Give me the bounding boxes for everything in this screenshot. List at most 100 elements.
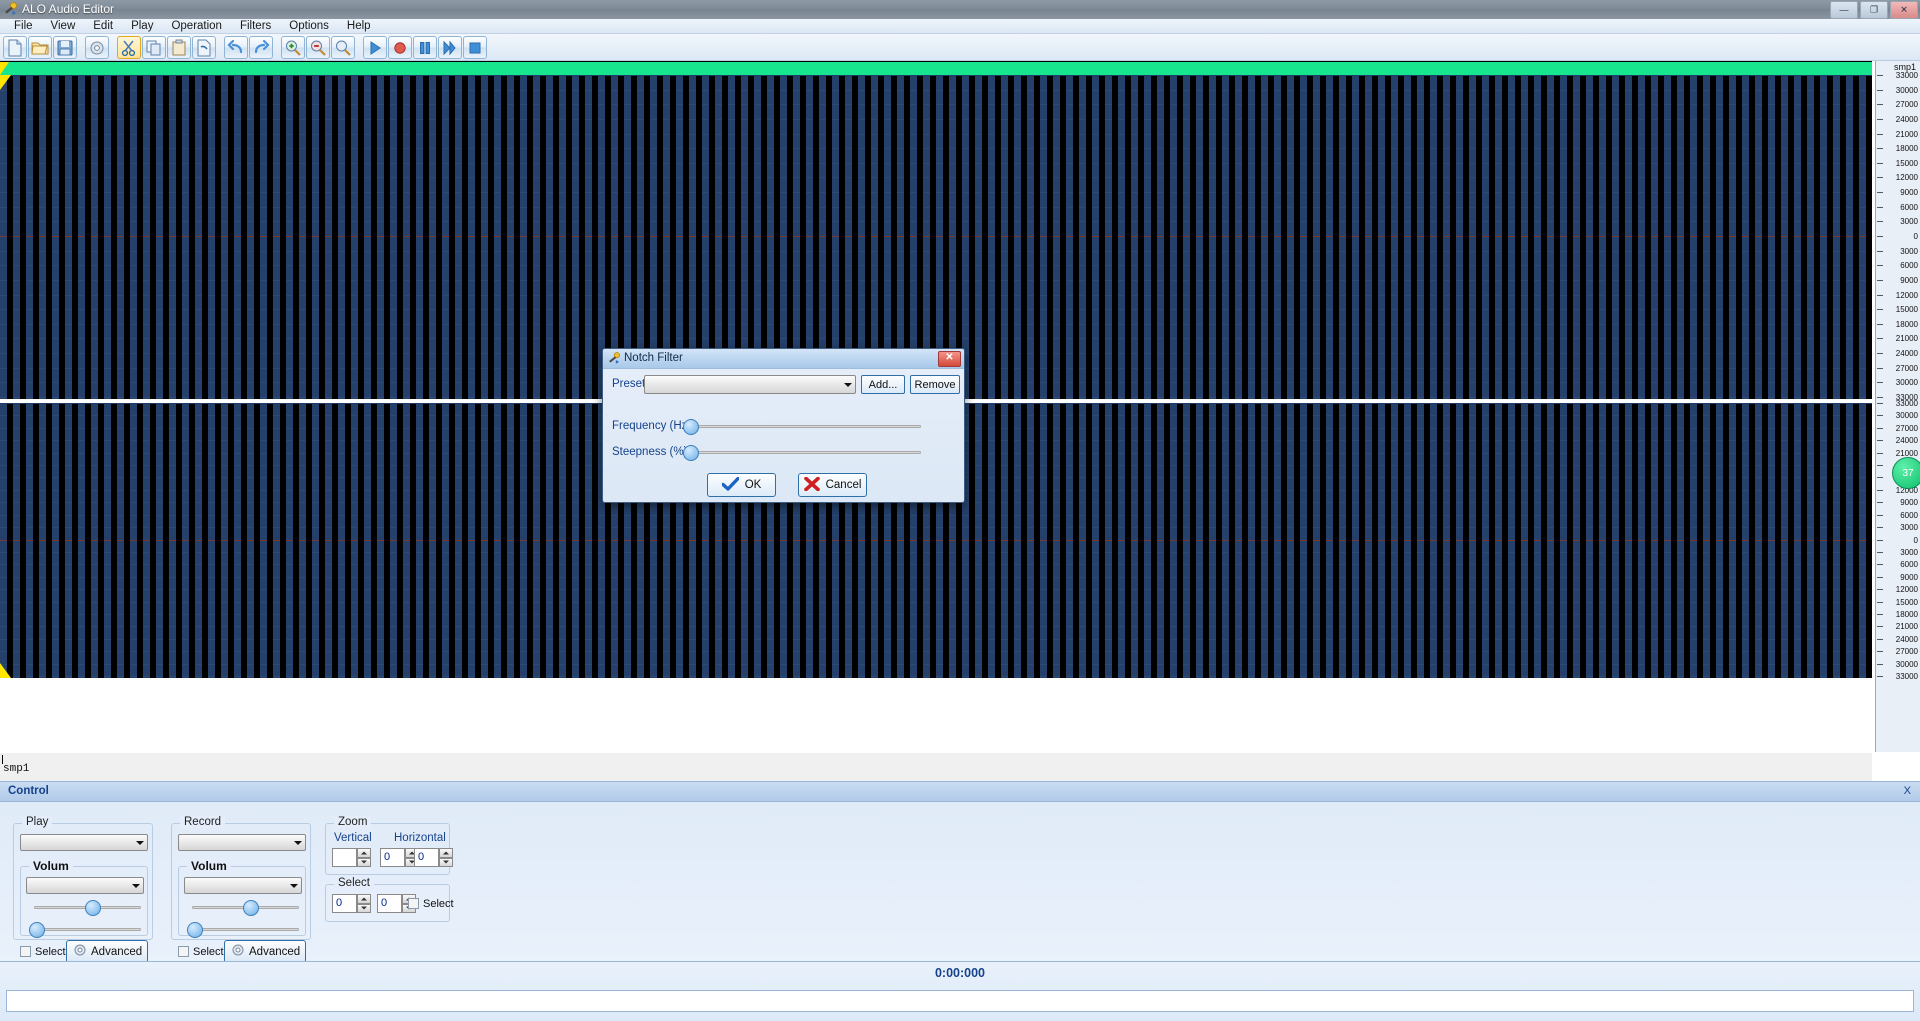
- ruler-tick-mark: [1877, 490, 1883, 491]
- waveform-gridline: [0, 295, 1872, 296]
- record-volume-slider[interactable]: [192, 900, 299, 914]
- menu-options[interactable]: Options: [280, 19, 338, 33]
- menu-help[interactable]: Help: [338, 19, 380, 33]
- toolbar-undo[interactable]: [224, 36, 248, 59]
- toolbar-step[interactable]: [438, 36, 462, 59]
- toolbar-properties[interactable]: [85, 36, 109, 59]
- ruler-tick-label: 12000: [1896, 586, 1918, 593]
- ruler-tick-mark: [1877, 251, 1883, 252]
- timeline-strip[interactable]: [6, 990, 1914, 1012]
- gear-icon: [231, 943, 245, 960]
- stepper-buttons[interactable]: [439, 848, 453, 867]
- select-input-2[interactable]: 0: [377, 894, 402, 913]
- stepper-down-icon[interactable]: [439, 858, 453, 868]
- preset-add-button[interactable]: Add...: [861, 375, 905, 394]
- menu-operation[interactable]: Operation: [162, 19, 231, 33]
- menu-view[interactable]: View: [42, 19, 85, 33]
- microphone-icon: [608, 352, 621, 365]
- ruler-tick-label: 6000: [1900, 561, 1918, 568]
- slider-thumb[interactable]: [29, 922, 45, 938]
- record-advanced-button[interactable]: Advanced: [224, 940, 306, 963]
- zoom-group-caption: Zoom: [334, 816, 371, 828]
- ruler-tick-label: 0: [1914, 233, 1918, 240]
- ruler-tick-label: 21000: [1896, 623, 1918, 630]
- stepper-buttons[interactable]: [357, 848, 371, 867]
- select-input-1[interactable]: 0: [332, 894, 357, 913]
- stepper-up-icon[interactable]: [357, 894, 371, 904]
- preset-combo[interactable]: [644, 375, 856, 394]
- notch-filter-dialog: Notch Filter ✕ Preset: Add... Remove Fre…: [602, 348, 965, 503]
- toolbar-zoom-full[interactable]: [331, 36, 355, 59]
- menu-filters[interactable]: Filters: [231, 19, 280, 33]
- zoom-vertical-stepper[interactable]: [332, 848, 371, 867]
- menu-edit[interactable]: Edit: [84, 19, 122, 33]
- menu-play[interactable]: Play: [122, 19, 162, 33]
- toolbar-delete[interactable]: [192, 36, 216, 59]
- zoom-horizontal-input-1[interactable]: 0: [380, 848, 405, 867]
- play-volume-slider[interactable]: [34, 900, 141, 914]
- zoom-horizontal-input-2[interactable]: 0: [414, 848, 439, 867]
- toolbar-open[interactable]: [28, 36, 52, 59]
- control-dock: Control X Play Volum: [0, 781, 1920, 962]
- minimize-button[interactable]: —: [1830, 1, 1858, 19]
- record-select-checkbox[interactable]: [178, 946, 189, 957]
- play-balance-slider[interactable]: [34, 922, 141, 936]
- record-select-label: Select: [193, 946, 224, 958]
- slider-thumb[interactable]: [187, 922, 203, 938]
- waveform-gridline: [0, 552, 1872, 553]
- menubar: File View Edit Play Operation Filters Op…: [0, 19, 1920, 34]
- steepness-slider[interactable]: [683, 445, 921, 459]
- zoom-horizontal-stepper-2[interactable]: 0: [414, 848, 453, 867]
- ruler-tick-mark: [1877, 382, 1883, 383]
- toolbar-pause[interactable]: [413, 36, 437, 59]
- record-volume-combo[interactable]: [184, 877, 302, 894]
- toolbar-save[interactable]: [53, 36, 77, 59]
- play-volume-group: Volum: [20, 866, 148, 936]
- select-stepper-1[interactable]: 0: [332, 894, 371, 913]
- maximize-button[interactable]: ❐: [1860, 1, 1888, 19]
- toolbar-play[interactable]: [363, 36, 387, 59]
- cancel-button[interactable]: Cancel: [798, 473, 867, 497]
- waveform-gridline: [0, 265, 1872, 266]
- ruler-tick-label: 30000: [1896, 412, 1918, 419]
- ruler-tick-mark: [1877, 589, 1883, 590]
- dialog-close-button[interactable]: ✕: [938, 351, 961, 367]
- slider-thumb[interactable]: [85, 900, 101, 916]
- toolbar-stop[interactable]: [463, 36, 487, 59]
- frequency-slider[interactable]: [683, 419, 921, 433]
- preset-remove-button[interactable]: Remove: [910, 375, 960, 394]
- toolbar-zoom-in[interactable]: [281, 36, 305, 59]
- chevron-down-icon: [132, 884, 140, 888]
- close-icon: ✕: [945, 352, 953, 363]
- play-advanced-button[interactable]: Advanced: [66, 940, 148, 963]
- play-select-checkbox[interactable]: [20, 946, 31, 957]
- waveform-gridline: [0, 104, 1872, 105]
- stepper-down-icon[interactable]: [357, 904, 371, 914]
- ok-button[interactable]: OK: [707, 473, 776, 497]
- menu-file[interactable]: File: [5, 19, 42, 33]
- slider-thumb[interactable]: [683, 445, 699, 461]
- select-checkbox[interactable]: [408, 898, 419, 909]
- control-dock-header: Control X: [0, 782, 1920, 802]
- toolbar-redo[interactable]: [249, 36, 273, 59]
- zoom-vertical-input[interactable]: [332, 848, 357, 867]
- record-balance-slider[interactable]: [192, 922, 299, 936]
- toolbar-record[interactable]: [388, 36, 412, 59]
- toolbar-paste[interactable]: [167, 36, 191, 59]
- stepper-up-icon[interactable]: [439, 848, 453, 858]
- toolbar-copy[interactable]: [142, 36, 166, 59]
- play-device-combo[interactable]: [20, 834, 148, 851]
- stepper-up-icon[interactable]: [357, 848, 371, 858]
- play-volume-combo[interactable]: [26, 877, 144, 894]
- slider-thumb[interactable]: [243, 900, 259, 916]
- toolbar-new[interactable]: [3, 36, 27, 59]
- toolbar-cut[interactable]: [117, 36, 141, 59]
- record-device-combo[interactable]: [178, 834, 306, 851]
- slider-thumb[interactable]: [683, 419, 699, 435]
- control-dock-close-icon[interactable]: X: [1904, 785, 1911, 797]
- stepper-down-icon[interactable]: [357, 858, 371, 868]
- stepper-buttons[interactable]: [357, 894, 371, 913]
- close-button[interactable]: ✕: [1890, 1, 1918, 19]
- ruler-tick-label: 27000: [1896, 365, 1918, 372]
- toolbar-zoom-out[interactable]: [306, 36, 330, 59]
